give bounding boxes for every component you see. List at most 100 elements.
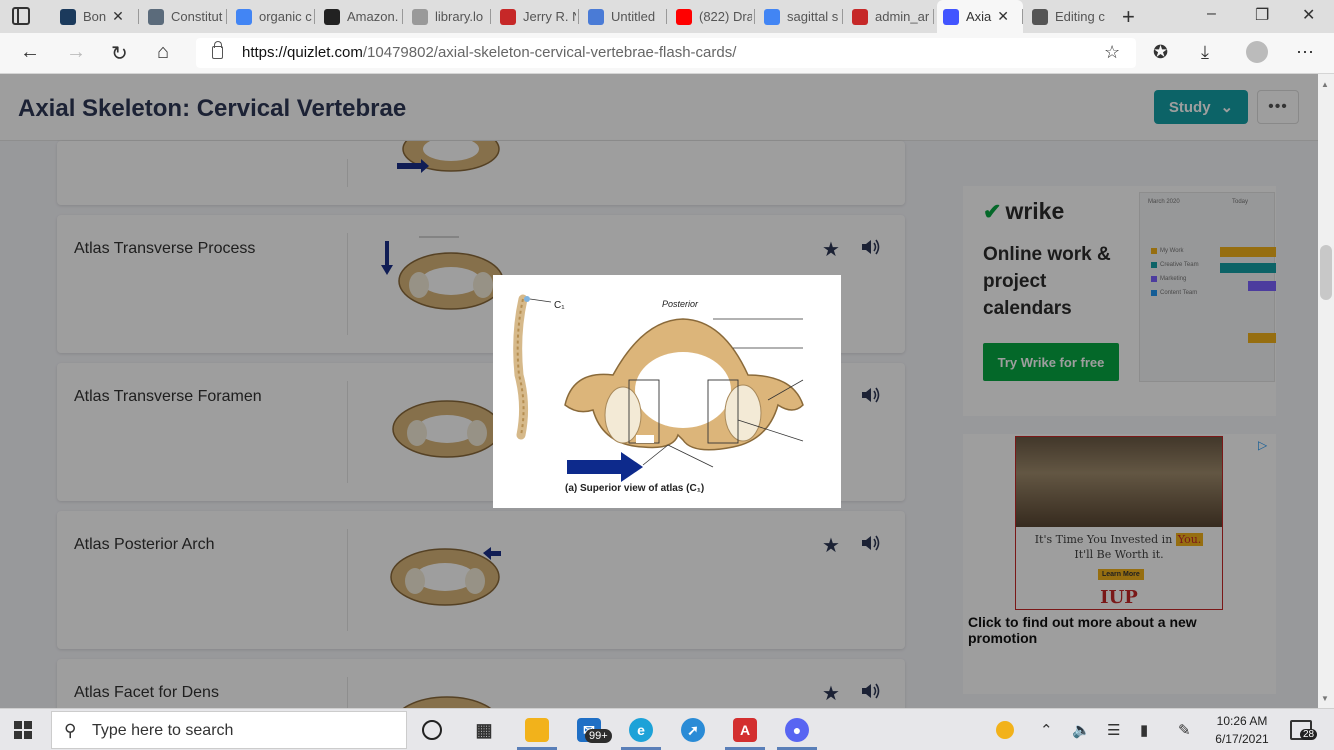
notifications-count: 28 <box>1300 729 1318 740</box>
pen-icon[interactable]: ✎ <box>1178 721 1191 739</box>
browser-tab[interactable]: Editing c <box>1026 4 1116 29</box>
app-icon[interactable]: ➚ <box>681 718 705 742</box>
search-icon: ⚲ <box>64 721 77 740</box>
forward-icon[interactable]: → <box>66 41 86 64</box>
tab-favicon-icon <box>852 8 868 25</box>
browser-tab[interactable]: (822) Dra <box>670 4 752 29</box>
browser-tab[interactable]: organic c <box>230 4 312 29</box>
tab-label: Editing c <box>1055 9 1105 24</box>
tab-separator <box>754 9 755 24</box>
tab-label: Constitut <box>171 9 223 24</box>
tab-favicon-icon <box>764 8 780 25</box>
tab-label: Jerry R. N <box>523 9 576 24</box>
profile-avatar[interactable] <box>1246 41 1268 63</box>
browser-tab[interactable]: Bon ✕ <box>54 4 136 29</box>
clock-time: 10:26 AM <box>1216 714 1268 728</box>
browser-tab[interactable]: sagittal s <box>758 4 840 29</box>
scrollbar[interactable]: ▲ ▼ <box>1318 74 1334 708</box>
tab-separator <box>666 9 667 24</box>
windows-start-icon[interactable] <box>14 721 32 739</box>
tab-separator <box>842 9 843 24</box>
favorites-icon[interactable]: ✪ <box>1153 42 1168 63</box>
tab-label: Bon <box>83 9 107 24</box>
scroll-up-icon[interactable]: ▲ <box>1321 80 1329 89</box>
tab-favicon-icon <box>943 8 959 25</box>
tab-separator <box>933 9 934 24</box>
show-hidden-icon[interactable]: ⌃ <box>1040 721 1053 739</box>
clock-date: 6/17/2021 <box>1215 732 1269 746</box>
tab-favicon-icon <box>60 8 76 25</box>
posterior-label: Posterior <box>662 299 699 309</box>
add-favorite-icon[interactable]: ☆ <box>1104 42 1120 63</box>
home-icon[interactable]: ⌂ <box>157 41 169 64</box>
battery-icon[interactable]: ▮ <box>1140 721 1148 739</box>
file-explorer-icon[interactable] <box>525 718 549 742</box>
tab-separator <box>138 9 139 24</box>
browser-tab[interactable]: Constitut <box>142 4 224 29</box>
atlas-diagram: C₁ Posterior (a) Superior view of atlas … <box>513 294 804 494</box>
taskbar-search[interactable]: ⚲ Type here to search <box>51 711 407 749</box>
tab-label: library.lo <box>435 9 484 24</box>
scroll-thumb[interactable] <box>1320 245 1332 300</box>
url-field[interactable]: https://quizlet.com/10479802/axial-skele… <box>196 38 1136 68</box>
tab-close-icon[interactable]: ✕ <box>112 8 124 25</box>
tab-separator <box>578 9 579 24</box>
browser-tab[interactable]: Axia ✕ <box>937 0 1023 33</box>
browser-tab[interactable]: Untitled <box>582 4 664 29</box>
tab-actions-icon[interactable] <box>12 7 30 25</box>
acrobat-icon[interactable]: A <box>733 718 757 742</box>
edge-icon[interactable]: e <box>629 718 653 742</box>
close-window-icon[interactable]: ✕ <box>1302 5 1315 25</box>
tab-favicon-icon <box>148 8 164 25</box>
restore-icon[interactable]: ❐ <box>1255 5 1269 25</box>
tab-favicon-icon <box>676 8 692 25</box>
task-view-icon[interactable]: ▦ <box>472 718 496 742</box>
tab-favicon-icon <box>236 8 252 25</box>
tab-label: sagittal s <box>787 9 839 24</box>
volume-muted-icon[interactable]: 🔈 <box>1072 721 1091 739</box>
tab-label: Amazon. <box>347 9 399 24</box>
tab-favicon-icon <box>1032 8 1048 25</box>
enlarged-image[interactable]: C₁ Posterior (a) Superior view of atlas … <box>493 275 841 508</box>
minimize-icon[interactable]: – <box>1207 5 1216 23</box>
lock-icon[interactable] <box>212 41 223 59</box>
wifi-icon[interactable]: ☰ <box>1107 721 1120 739</box>
downloads-icon[interactable]: ⤓ <box>1201 42 1209 63</box>
tab-label: (822) Dra <box>699 9 752 24</box>
tab-label: organic c <box>259 9 312 24</box>
tab-separator <box>490 9 491 24</box>
discord-icon[interactable]: ● <box>785 718 809 742</box>
search-placeholder: Type here to search <box>92 722 234 739</box>
back-icon[interactable]: ← <box>20 41 40 64</box>
browser-tab[interactable]: admin_ar <box>846 4 930 29</box>
taskbar: ⚲ Type here to search ▦ ✉ 99+ e ➚ A ● ⌃ … <box>0 708 1334 750</box>
tab-bar: Bon ✕ Constitut organic c Amazon. library.lo J… <box>0 0 1334 33</box>
tab-favicon-icon <box>324 8 340 25</box>
screen: Bon ✕ Constitut organic c Amazon. library.lo J… <box>0 0 1334 750</box>
tab-favicon-icon <box>412 8 428 25</box>
tab-separator <box>1022 9 1023 24</box>
new-tab-button[interactable]: + <box>1122 4 1135 30</box>
cortana-icon[interactable] <box>422 720 442 740</box>
tab-separator <box>314 9 315 24</box>
refresh-icon[interactable]: ↻ <box>111 41 128 66</box>
tab-separator <box>226 9 227 24</box>
browser-tab[interactable]: Jerry R. N <box>494 4 576 29</box>
mail-badge: 99+ <box>585 729 612 743</box>
tab-separator <box>402 9 403 24</box>
url-text: https://quizlet.com/10479802/axial-skele… <box>242 44 737 61</box>
tab-label: Untitled <box>611 9 656 24</box>
menu-icon[interactable]: ⋯ <box>1296 42 1314 63</box>
tab-favicon-icon <box>588 8 604 25</box>
address-bar: ← → ↻ ⌂ https://quizlet.com/10479802/axi… <box>0 33 1334 74</box>
clock[interactable]: 10:26 AM 6/17/2021 <box>1206 712 1278 748</box>
browser-tab[interactable]: library.lo <box>406 4 488 29</box>
spine-label: C₁ <box>554 300 565 311</box>
scroll-down-icon[interactable]: ▼ <box>1321 694 1329 703</box>
figure-caption: (a) Superior view of atlas (C₁) <box>565 483 704 494</box>
tab-close-icon[interactable]: ✕ <box>997 8 1009 25</box>
weather-icon[interactable] <box>996 721 1014 739</box>
tab-favicon-icon <box>500 8 516 25</box>
tab-label: admin_ar <box>875 9 930 24</box>
browser-tab[interactable]: Amazon. <box>318 4 400 29</box>
